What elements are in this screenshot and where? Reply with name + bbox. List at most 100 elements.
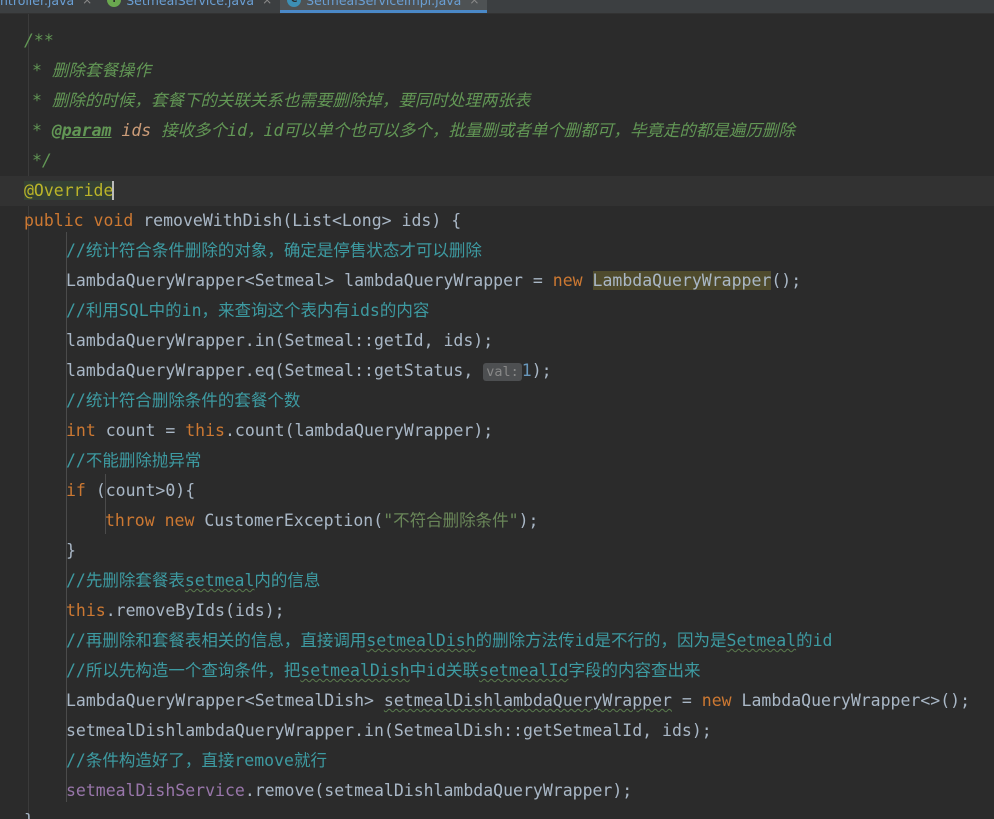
- code-line: throw new CustomerException("不符合删除条件");: [0, 506, 994, 536]
- javadoc-param-tag: @param: [51, 121, 112, 140]
- assign-operator: =: [681, 691, 692, 710]
- return-type-keyword: void: [93, 211, 134, 230]
- code-line: lambdaQueryWrapper.in(Setmeal::getId, id…: [0, 326, 994, 356]
- close-paren: );: [518, 511, 539, 530]
- code-line-current: @Override: [0, 176, 994, 206]
- line-comment: //利用SQL中的in，来查询这个表内有ids的内容: [66, 301, 430, 320]
- editor-tab-bar: ntroller.java × I SetmealService.java × …: [0, 0, 994, 14]
- variable-name: setmealDishlambdaQueryWrapper: [383, 691, 672, 710]
- if-condition: (count>0){: [95, 481, 196, 500]
- if-keyword: if: [66, 481, 86, 500]
- declared-type: LambdaQueryWrapper<SetmealDish>: [66, 691, 374, 710]
- exception-class: CustomerException: [204, 511, 374, 530]
- line-comment: //再删除和套餐表相关的信息，直接调用: [66, 631, 367, 650]
- code-line: this.removeByIds(ids);: [0, 596, 994, 626]
- line-comment: //不能删除抛异常: [66, 451, 202, 470]
- tab-setmeal-service-impl[interactable]: C SetmealServiceImpl.java ×: [280, 0, 488, 13]
- java-class-icon: C: [287, 0, 302, 7]
- override-annotation: @Override: [24, 181, 114, 200]
- code-line: //先删除套餐表setmeal内的信息: [0, 566, 994, 596]
- new-keyword: new: [552, 271, 583, 290]
- line-comment: //先删除套餐表: [66, 571, 185, 590]
- line-comment: 中id关联: [409, 661, 480, 680]
- removebyids-call: .removeByIds(ids);: [105, 601, 285, 620]
- modifier-keyword: public: [24, 211, 84, 230]
- code-line: public void removeWithDish(List<Long> id…: [0, 206, 994, 236]
- tab-setmeal-controller[interactable]: ntroller.java ×: [0, 0, 100, 13]
- javadoc-star: *: [32, 61, 42, 80]
- line-comment: 字段的内容查出来: [568, 661, 701, 680]
- constructor-name: LambdaQueryWrapper: [592, 271, 772, 290]
- line-comment: //所以先构造一个查询条件，把: [66, 661, 301, 680]
- code-line: * @param ids 接收多个id，id可以单个也可以多个，批量删或者单个删…: [0, 116, 994, 146]
- numeric-literal: 1: [521, 361, 532, 380]
- remove-call: .remove(setmealDishlambdaQueryWrapper);: [244, 781, 633, 800]
- string-literal: "不符合删除条件": [383, 511, 519, 530]
- code-line: * 删除的时候，套餐下的关联关系也需要删除掉，要同时处理两张表: [0, 86, 994, 116]
- code-line: //不能删除抛异常: [0, 446, 994, 476]
- spellcheck-word: setmealDish: [300, 661, 410, 680]
- code-line: //再删除和套餐表相关的信息，直接调用setmealDish的删除方法传id是不…: [0, 626, 994, 656]
- code-line: if (count>0){: [0, 476, 994, 506]
- code-line: lambdaQueryWrapper.eq(Setmeal::getStatus…: [0, 356, 994, 386]
- count-call: .count(lambdaQueryWrapper);: [224, 421, 494, 440]
- method-name: removeWithDish: [143, 211, 283, 230]
- line-comment: //条件构造好了，直接remove就行: [66, 751, 327, 770]
- spellcheck-word: setmeal: [184, 571, 255, 590]
- variable-name: lambdaQueryWrapper: [344, 271, 523, 290]
- line-comment: 的id: [796, 631, 833, 650]
- call-parens: ();: [771, 271, 802, 290]
- javadoc-open: /**: [24, 31, 54, 50]
- code-line: setmealDishlambdaQueryWrapper.in(Setmeal…: [0, 716, 994, 746]
- code-line: }: [0, 806, 994, 819]
- this-keyword: this: [185, 421, 225, 440]
- new-keyword: new: [701, 691, 732, 710]
- spellcheck-word: setmealDish: [366, 631, 476, 650]
- new-keyword: new: [164, 511, 195, 530]
- code-line: //利用SQL中的in，来查询这个表内有ids的内容: [0, 296, 994, 326]
- code-line: LambdaQueryWrapper<SetmealDish> setmealD…: [0, 686, 994, 716]
- spellcheck-word: setmealId: [479, 661, 569, 680]
- method-call-in: lambdaQueryWrapper.in(Setmeal::getId, id…: [66, 331, 494, 350]
- service-field: setmealDishService: [66, 781, 245, 800]
- javadoc-text: 删除的时候，套餐下的关联关系也需要删除掉，要同时处理两张表: [51, 91, 531, 110]
- line-comment: 的删除方法传id是不行的，因为是: [475, 631, 727, 650]
- tab-setmeal-service[interactable]: I SetmealService.java ×: [100, 0, 280, 13]
- javadoc-star: *: [32, 91, 42, 110]
- code-line: //统计符合条件删除的对象，确定是停售状态才可以删除: [0, 236, 994, 266]
- text-caret: [112, 181, 115, 200]
- closing-brace: }: [66, 541, 76, 560]
- code-editor[interactable]: /** * 删除套餐操作 * 删除的时候，套餐下的关联关系也需要删除掉，要同时处…: [0, 14, 994, 819]
- int-keyword: int: [66, 421, 96, 440]
- javadoc-text: 接收多个id，id可以单个也可以多个，批量删或者单个删都可，毕竟走的都是遍历删除: [161, 121, 795, 140]
- close-icon[interactable]: ×: [469, 0, 479, 7]
- open-paren: (: [373, 511, 384, 530]
- line-comment: 内的信息: [254, 571, 321, 590]
- code-line: LambdaQueryWrapper<Setmeal> lambdaQueryW…: [0, 266, 994, 296]
- line-comment: //统计符合条件删除的对象，确定是停售状态才可以删除: [66, 241, 482, 260]
- code-line: //条件构造好了，直接remove就行: [0, 746, 994, 776]
- close-icon[interactable]: ×: [262, 0, 272, 7]
- code-line: /**: [0, 26, 994, 56]
- call-close: );: [531, 361, 552, 380]
- code-line: * 删除套餐操作: [0, 56, 994, 86]
- close-icon[interactable]: ×: [82, 0, 92, 7]
- this-keyword: this: [66, 601, 106, 620]
- assign-operator: =: [532, 271, 543, 290]
- line-comment: //统计符合删除条件的套餐个数: [66, 391, 301, 410]
- javadoc-close: */: [32, 151, 52, 170]
- tab-label: ntroller.java: [0, 0, 75, 8]
- java-interface-icon: I: [107, 0, 122, 7]
- code-line: //统计符合删除条件的套餐个数: [0, 386, 994, 416]
- method-call-in: setmealDishlambdaQueryWrapper.in(Setmeal…: [66, 721, 712, 740]
- tab-label: SetmealService.java: [126, 0, 255, 8]
- javadoc-star: *: [32, 121, 42, 140]
- code-line: }: [0, 536, 994, 566]
- throw-keyword: throw: [105, 511, 155, 530]
- assign-operator: =: [165, 421, 176, 440]
- variable-name: count: [105, 421, 156, 440]
- constructor-name: LambdaQueryWrapper<>();: [741, 691, 971, 710]
- parameter-hint-badge: val:: [483, 363, 522, 381]
- javadoc-text: 删除套餐操作: [51, 61, 151, 80]
- spellcheck-word: Setmeal: [726, 631, 797, 650]
